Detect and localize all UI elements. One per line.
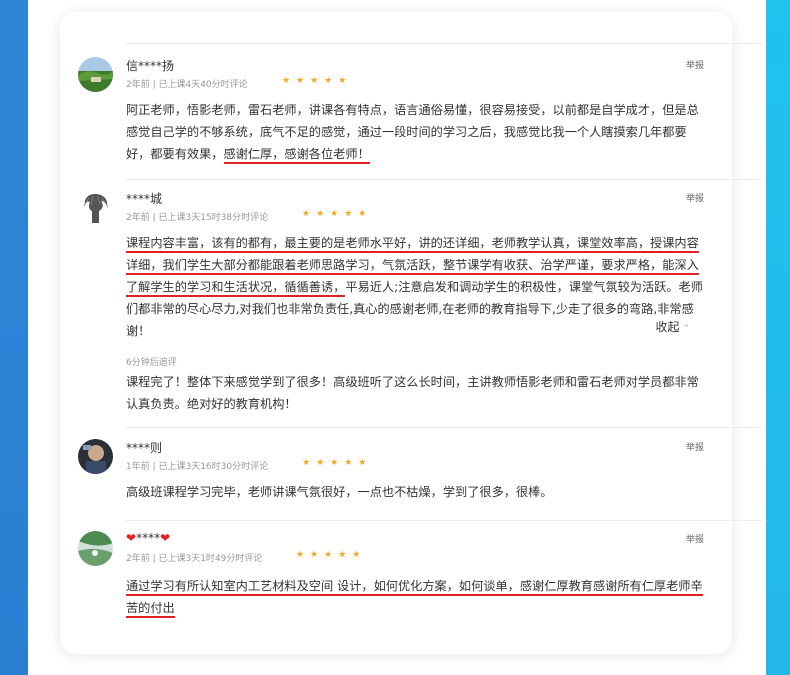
review-item: ****城 2年前 | 已上课3天15时38分时评论 ★★★★★ 举报 课程内容… bbox=[78, 190, 718, 420]
review-text: 课程内容丰富，该有的都有，最主要的是老师水平好，讲的还详细，老师教学认真，课堂效… bbox=[126, 232, 706, 342]
divider bbox=[126, 427, 762, 428]
left-blue-bar bbox=[0, 0, 28, 675]
followup-text: 课程完了！整体下来感觉学到了很多！高级班听了这么长时间，主讲教师悟影老师和雷石老… bbox=[126, 375, 699, 411]
followup-label: 6分钟后追评 bbox=[126, 358, 177, 368]
rating-stars: ★★★★★ bbox=[302, 209, 373, 219]
review-text-plain: 阿正老师，悟影老师，雷石老师，讲课各有特点，语言通俗易懂，很容易接受，以前都是自… bbox=[126, 103, 699, 161]
username: 信****扬 bbox=[126, 59, 175, 73]
review-meta: 2年前 | 已上课3天15时38分时评论 bbox=[126, 213, 269, 223]
rating-stars: ★★★★★ bbox=[302, 458, 373, 468]
username: ❤****❤ bbox=[126, 531, 171, 545]
rating-stars: ★★★★★ bbox=[296, 550, 367, 560]
review-meta: 1年前 | 已上课3天16时30分时评论 bbox=[126, 462, 269, 472]
report-button[interactable]: 举报 bbox=[686, 191, 704, 204]
review-meta: 2年前 | 已上课3天1时49分时评论 bbox=[126, 554, 263, 564]
avatar bbox=[78, 190, 113, 225]
heart-icon: ❤ bbox=[126, 531, 137, 545]
review-text-highlight: 通过学习有所认知室内工艺材料及空间 设计，如何优化方案，如何谈单，感谢仁厚教育感… bbox=[126, 579, 703, 618]
review-text: 阿正老师，悟影老师，雷石老师，讲课各有特点，语言通俗易懂，很容易接受，以前都是自… bbox=[126, 99, 706, 165]
username: ****城 bbox=[126, 192, 163, 206]
collapse-label: 收起 bbox=[655, 320, 680, 334]
right-cyan-bar bbox=[766, 0, 790, 675]
chevron-up-icon: ⌃ bbox=[682, 324, 690, 334]
avatar bbox=[78, 439, 113, 474]
review-item: ****则 1年前 | 已上课3天16时30分时评论 ★★★★★ 举报 高级班课… bbox=[78, 439, 718, 509]
collapse-button[interactable]: 收起 ⌃ bbox=[655, 318, 690, 335]
review-text: 高级班课程学习完毕，老师讲课气氛很好，一点也不枯燥，学到了很多，很棒。 bbox=[126, 485, 553, 499]
review-item: 信****扬 2年前 | 已上课4天40分时评论 ★★★★★ 举报 阿正老师，悟… bbox=[78, 57, 718, 177]
reviews-card: 信****扬 2年前 | 已上课4天40分时评论 ★★★★★ 举报 阿正老师，悟… bbox=[60, 12, 762, 654]
divider bbox=[126, 43, 762, 44]
avatar bbox=[78, 57, 113, 92]
review-meta: 2年前 | 已上课4天40分时评论 bbox=[126, 80, 248, 90]
review-text: 通过学习有所认知室内工艺材料及空间 设计，如何优化方案，如何谈单，感谢仁厚教育感… bbox=[126, 575, 706, 619]
report-button[interactable]: 举报 bbox=[686, 532, 704, 545]
divider bbox=[126, 179, 762, 180]
rating-stars: ★★★★★ bbox=[282, 76, 353, 86]
divider bbox=[126, 520, 762, 521]
review-item: ❤****❤ 2年前 | 已上课3天1时49分时评论 ★★★★★ 举报 通过学习… bbox=[78, 531, 718, 631]
heart-icon: ❤ bbox=[160, 531, 171, 545]
report-button[interactable]: 举报 bbox=[686, 440, 704, 453]
avatar bbox=[78, 531, 113, 566]
review-text-highlight: 感谢仁厚，感谢各位老师！ bbox=[223, 147, 370, 164]
report-button[interactable]: 举报 bbox=[686, 58, 704, 71]
username: ****则 bbox=[126, 441, 163, 455]
